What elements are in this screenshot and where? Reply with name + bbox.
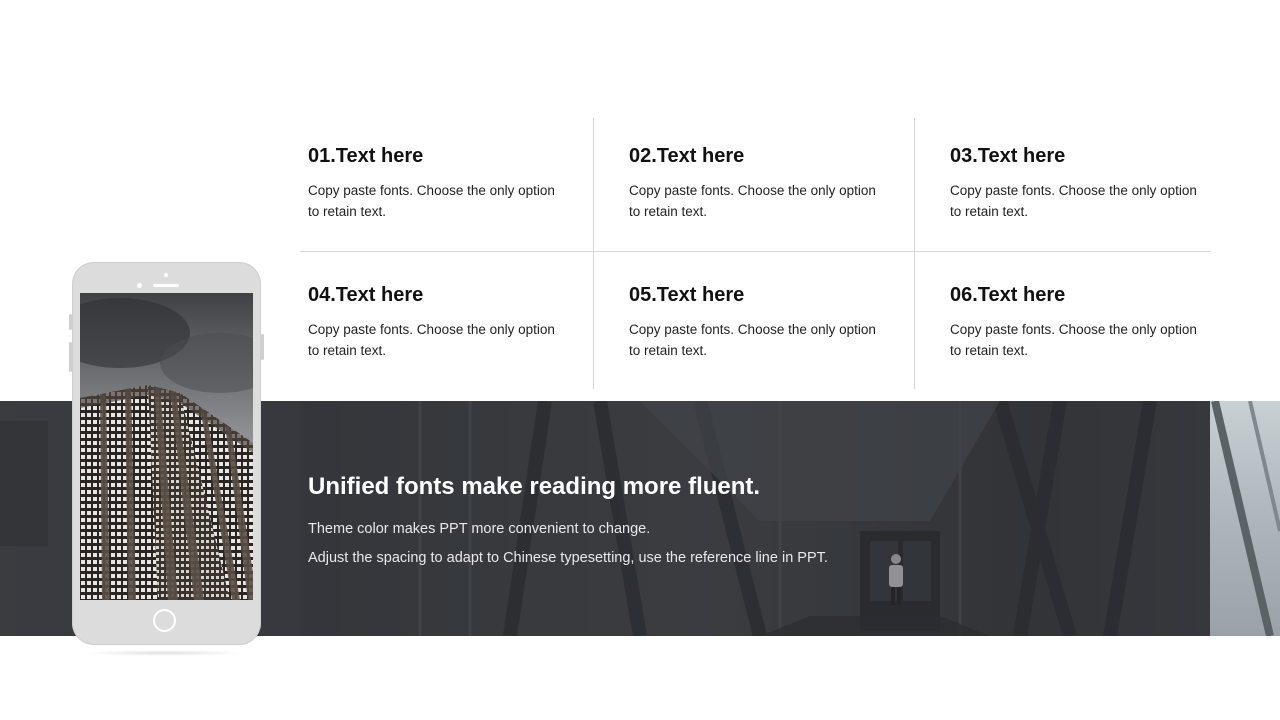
grid-item-title: 06.Text here (950, 284, 1066, 306)
home-button-icon (153, 609, 176, 632)
smartphone-mockup-icon (69, 262, 264, 645)
grid-item-text: Copy paste fonts. Choose the only option… (629, 322, 876, 358)
grid-item-text: Copy paste fonts. Choose the only option… (308, 183, 555, 219)
grid-item-title: 03.Text here (950, 145, 1066, 167)
grid-item-text: Copy paste fonts. Choose the only option… (950, 322, 1197, 358)
banner-title: Unified fonts make reading more fluent. (308, 473, 761, 500)
grid-item-text: Copy paste fonts. Choose the only option… (308, 322, 555, 358)
grid-divider-horizontal (300, 251, 1211, 252)
slide: Unified fonts make reading more fluent. … (0, 0, 1280, 720)
grid-item-text: Copy paste fonts. Choose the only option… (629, 183, 876, 219)
phone-power-button (261, 334, 264, 360)
grid-divider-vertical-2 (914, 118, 915, 389)
phone-screen-image (80, 293, 253, 600)
skyscraper-photo (80, 293, 253, 600)
grid-item-1: 01.Text here Copy paste fonts. Choose th… (308, 145, 568, 222)
grid-item-title: 01.Text here (308, 145, 424, 167)
grid-item-title: 02.Text here (629, 145, 745, 167)
grid-item-title: 05.Text here (629, 284, 745, 306)
phone-sensor-icon (137, 283, 142, 288)
phone-camera-icon (164, 273, 168, 277)
phone-side-button (69, 314, 72, 330)
grid-item-text: Copy paste fonts. Choose the only option… (950, 183, 1197, 219)
banner-line-2: Adjust the spacing to adapt to Chinese t… (308, 550, 828, 566)
grid-item-2: 02.Text here Copy paste fonts. Choose th… (629, 145, 889, 222)
phone-volume-button (69, 342, 72, 372)
banner-line-1: Theme color makes PPT more convenient to… (308, 521, 651, 537)
grid-item-6: 06.Text here Copy paste fonts. Choose th… (950, 284, 1210, 361)
grid-item-title: 04.Text here (308, 284, 424, 306)
grid-item-5: 05.Text here Copy paste fonts. Choose th… (629, 284, 889, 361)
phone-shadow (82, 650, 248, 656)
grid-divider-vertical-1 (593, 118, 594, 389)
grid-item-4: 04.Text here Copy paste fonts. Choose th… (308, 284, 568, 361)
banner-right-glass-strip (1210, 401, 1280, 636)
grid-item-3: 03.Text here Copy paste fonts. Choose th… (950, 145, 1210, 222)
phone-speaker-icon (153, 284, 179, 287)
